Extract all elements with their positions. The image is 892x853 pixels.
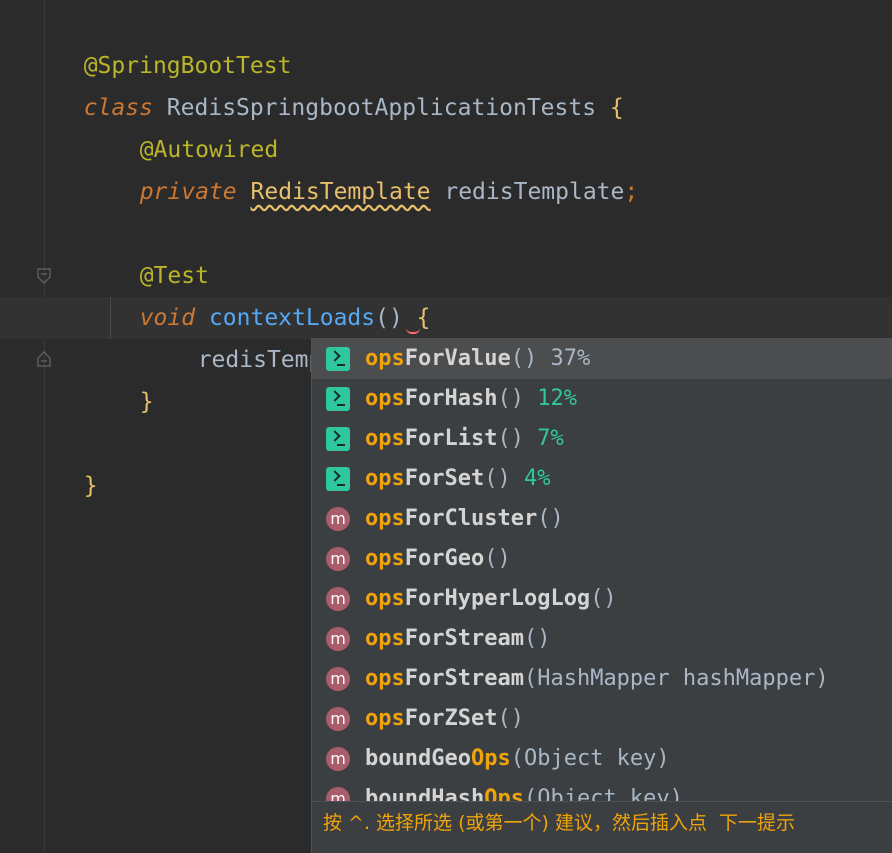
completion-item-text: opsForHash() 12%	[365, 379, 577, 419]
completion-item-text: boundHashOps(Object key)	[365, 779, 683, 801]
completion-item-params: (Object key)	[510, 746, 670, 771]
completion-item[interactable]: m boundHashOps(Object key)	[312, 779, 892, 801]
completion-item-percent: 12%	[523, 386, 577, 411]
completion-item-name: ForStream	[404, 626, 524, 651]
code-line-7[interactable]: void contextLoads() {	[112, 255, 431, 331]
completion-hint-footer: 按 ^. 选择所选 (或第一个) 建议，然后插入点 下一提示	[312, 801, 892, 853]
completion-item[interactable]: m opsForHyperLogLog()	[312, 579, 892, 619]
live-template-icon	[326, 427, 350, 451]
fold-method-start-icon[interactable]	[37, 268, 51, 284]
code-line-8[interactable]: redisTemplate.ops	[170, 297, 433, 373]
code-line-3[interactable]: @Autowired	[112, 87, 278, 163]
method-icon: m	[326, 707, 350, 731]
completion-item-name: Ops	[470, 746, 511, 771]
completion-item-text: opsForHyperLogLog()	[365, 579, 617, 619]
completion-item-name: ForHash	[404, 386, 498, 411]
completion-item[interactable]: opsForValue() 37%	[312, 339, 892, 379]
class-open-brace: {	[609, 95, 624, 121]
code-completion-popup[interactable]: opsForValue() 37% opsForHash() 12% opsForL…	[311, 338, 892, 853]
completion-item-name: ForGeo	[404, 546, 485, 571]
completion-item-percent: 4%	[510, 466, 551, 491]
completion-item-params: ()	[484, 546, 511, 571]
completion-item-params: ()	[497, 426, 524, 451]
completion-item[interactable]: m boundGeoOps(Object key)	[312, 739, 892, 779]
completion-item-prefix: ops	[365, 346, 405, 371]
completion-item-prefix: ops	[365, 466, 405, 491]
completion-item-prefix: ops	[365, 426, 405, 451]
completion-item-name: Ops	[484, 786, 524, 801]
completion-item-params: ()	[484, 466, 511, 491]
completion-item[interactable]: m opsForZSet()	[312, 699, 892, 739]
completion-item-params: ()	[510, 346, 538, 371]
method-close-brace: }	[139, 389, 154, 415]
fold-method-end-icon[interactable]	[37, 351, 51, 367]
completion-item-name: ForHyperLogLog	[404, 586, 591, 611]
gutter-divider	[44, 0, 45, 852]
method-icon: m	[326, 747, 350, 771]
completion-item-text: opsForGeo()	[365, 539, 511, 579]
completion-item-text: opsForCluster()	[365, 499, 564, 539]
completion-item-name: ForZSet	[404, 706, 498, 731]
completion-item-percent: 37%	[537, 346, 591, 371]
completion-item[interactable]: opsForHash() 12%	[312, 379, 892, 419]
completion-item-text: opsForList() 7%	[365, 419, 564, 459]
live-template-icon	[326, 387, 350, 411]
method-icon: m	[326, 787, 350, 801]
code-line-9[interactable]: }	[112, 339, 154, 415]
indent-guide	[110, 297, 111, 339]
completion-item[interactable]: opsForSet() 4%	[312, 459, 892, 499]
completion-item-prefix: boundGeo	[365, 746, 471, 771]
completion-list[interactable]: opsForValue() 37% opsForHash() 12% opsForL…	[312, 339, 892, 801]
completion-item-params: ()	[497, 386, 524, 411]
field-type-redistemplate: RedisTemplate	[250, 179, 431, 205]
live-template-icon	[326, 347, 350, 371]
completion-item-percent: 7%	[523, 426, 564, 451]
method-icon: m	[326, 667, 350, 691]
completion-item[interactable]: m opsForStream(HashMapper hashMapper)	[312, 659, 892, 699]
completion-item-prefix: ops	[365, 546, 405, 571]
completion-item-prefix: ops	[365, 506, 405, 531]
completion-item-text: opsForZSet()	[365, 699, 524, 739]
completion-item-name: ForList	[404, 426, 498, 451]
completion-item-prefix: ops	[365, 666, 405, 691]
method-icon: m	[326, 507, 350, 531]
code-line-2[interactable]: class RedisSpringbootApplicationTests {	[56, 45, 624, 121]
completion-item-params: ()	[590, 586, 617, 611]
completion-item[interactable]: m opsForCluster()	[312, 499, 892, 539]
code-line-6[interactable]: @Test	[112, 213, 209, 289]
completion-item-name: ForStream	[404, 666, 524, 691]
completion-item-params: ()	[497, 706, 524, 731]
completion-item-text: boundGeoOps(Object key)	[365, 739, 670, 779]
completion-item[interactable]: m opsForStream()	[312, 619, 892, 659]
completion-item-params: (Object key)	[523, 786, 683, 801]
class-close-brace: }	[83, 473, 98, 499]
keyword-private: private	[139, 179, 237, 205]
completion-item-params: (HashMapper hashMapper)	[523, 666, 829, 691]
completion-item[interactable]: m opsForGeo()	[312, 539, 892, 579]
semicolon: ;	[624, 179, 639, 205]
completion-item[interactable]: opsForList() 7%	[312, 419, 892, 459]
completion-item-prefix: ops	[365, 706, 405, 731]
completion-item-text: opsForStream()	[365, 619, 550, 659]
field-name: redisTemplate	[430, 179, 625, 205]
completion-item-name: ForCluster	[404, 506, 538, 531]
completion-item-params: ()	[523, 626, 551, 651]
completion-item-prefix: boundHash	[365, 786, 485, 801]
completion-item-name: ForSet	[404, 466, 485, 491]
completion-item-text: opsForStream(HashMapper hashMapper)	[365, 659, 829, 699]
completion-item-prefix: ops	[365, 626, 405, 651]
completion-item-prefix: ops	[365, 386, 405, 411]
code-line-11[interactable]: }	[56, 423, 98, 499]
method-icon: m	[326, 627, 350, 651]
completion-item-prefix: ops	[365, 586, 405, 611]
live-template-icon	[326, 467, 350, 491]
method-icon: m	[326, 547, 350, 571]
completion-item-text: opsForSet() 4%	[365, 459, 550, 499]
code-line-4[interactable]: private RedisTemplate redisTemplate;	[112, 129, 639, 205]
completion-item-name: ForValue	[404, 346, 511, 371]
completion-item-text: opsForValue() 37%	[365, 339, 590, 379]
method-icon: m	[326, 587, 350, 611]
completion-item-params: ()	[537, 506, 564, 531]
code-line-1[interactable]: @SpringBootTest	[56, 3, 292, 79]
